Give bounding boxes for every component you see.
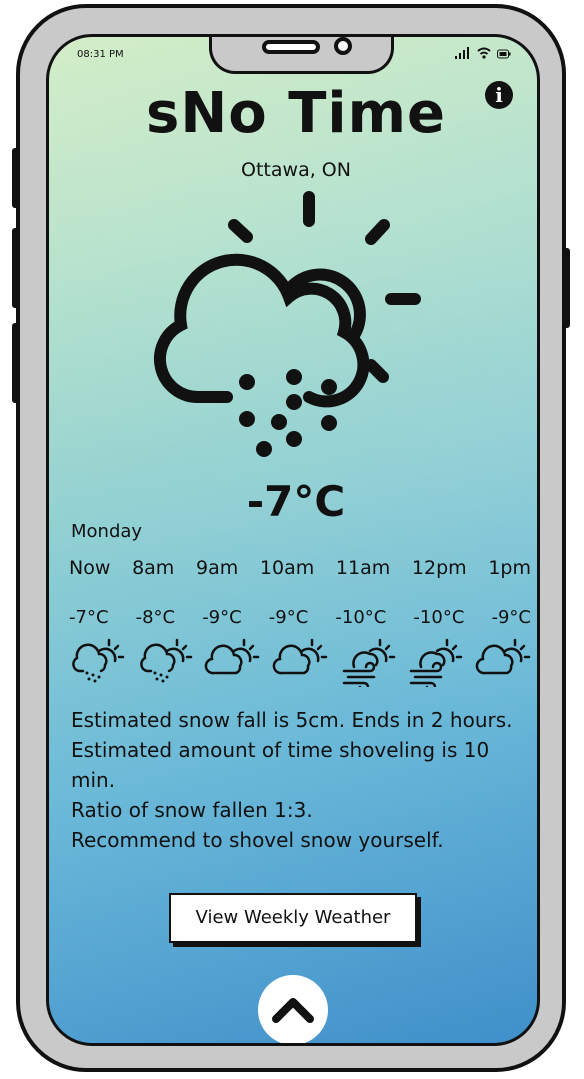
hour-temp: -9°C bbox=[491, 607, 531, 628]
snowfall-estimate: Estimated snow fall is 5cm. Ends in 2 ho… bbox=[71, 708, 513, 732]
hour-label: Now bbox=[69, 557, 111, 579]
recommendation: Recommend to shovel snow yourself. bbox=[71, 828, 444, 852]
current-temperature: -7°C bbox=[246, 477, 346, 526]
hourly-labels: Now 8am 9am 10am 11am 12pm 1pm bbox=[69, 557, 531, 579]
info-icon[interactable]: i bbox=[485, 81, 513, 109]
cloud-sun-icon bbox=[272, 638, 328, 675]
view-weekly-weather-button[interactable]: View Weekly Weather bbox=[169, 893, 417, 943]
location-label: Ottawa, ON bbox=[241, 159, 351, 181]
shoveling-time: Estimated amount of time shoveling is 10… bbox=[71, 738, 490, 792]
battery-icon bbox=[497, 49, 511, 59]
wifi-icon bbox=[477, 47, 491, 59]
hour-label: 12pm bbox=[411, 557, 467, 579]
camera bbox=[334, 37, 352, 55]
status-time: 08:31 PM bbox=[77, 49, 124, 60]
hour-temp: -7°C bbox=[69, 607, 109, 628]
speaker bbox=[262, 40, 320, 54]
snow-info: Estimated snow fall is 5cm. Ends in 2 ho… bbox=[71, 705, 531, 855]
hour-temp: -10°C bbox=[413, 607, 465, 628]
hour-label: 1pm bbox=[488, 557, 531, 579]
forecast-day: Monday bbox=[71, 521, 143, 542]
hour-temp: -8°C bbox=[135, 607, 176, 628]
cloud-sun-icon bbox=[475, 638, 531, 675]
app-screen: 08:31 PM sNo Time i Ottawa, ON -7°C Mond… bbox=[46, 34, 540, 1046]
mute-switch bbox=[12, 148, 19, 208]
signal-icon bbox=[455, 47, 469, 59]
hour-temp: -9°C bbox=[202, 607, 242, 628]
snow-ratio: Ratio of snow fallen 1:3. bbox=[71, 798, 313, 822]
status-icons bbox=[455, 47, 511, 59]
hour-temp: -10°C bbox=[335, 607, 387, 628]
power-button bbox=[563, 248, 570, 328]
app-title: sNo Time bbox=[146, 81, 446, 146]
chevron-up-icon[interactable] bbox=[258, 975, 328, 1043]
cloud-sun-icon bbox=[205, 638, 260, 675]
wind-cloud-sun-icon bbox=[410, 638, 463, 687]
snow-cloud-sun-icon bbox=[139, 638, 192, 683]
hour-label: 11am bbox=[335, 557, 391, 579]
volume-down-button bbox=[12, 323, 19, 403]
volume-up-button bbox=[12, 228, 19, 308]
hour-label: 8am bbox=[132, 557, 175, 579]
hourly-icons bbox=[69, 637, 531, 687]
snow-cloud-sun-icon bbox=[72, 638, 125, 683]
hour-temp: -9°C bbox=[268, 607, 309, 628]
hour-label: 9am bbox=[195, 557, 239, 579]
notch bbox=[209, 37, 394, 74]
snow-cloud-sun-icon bbox=[153, 191, 421, 457]
hourly-temps: -7°C -8°C -9°C -9°C -10°C -10°C -9°C bbox=[69, 607, 531, 628]
hour-label: 10am bbox=[259, 557, 315, 579]
wind-cloud-sun-icon bbox=[342, 638, 395, 687]
